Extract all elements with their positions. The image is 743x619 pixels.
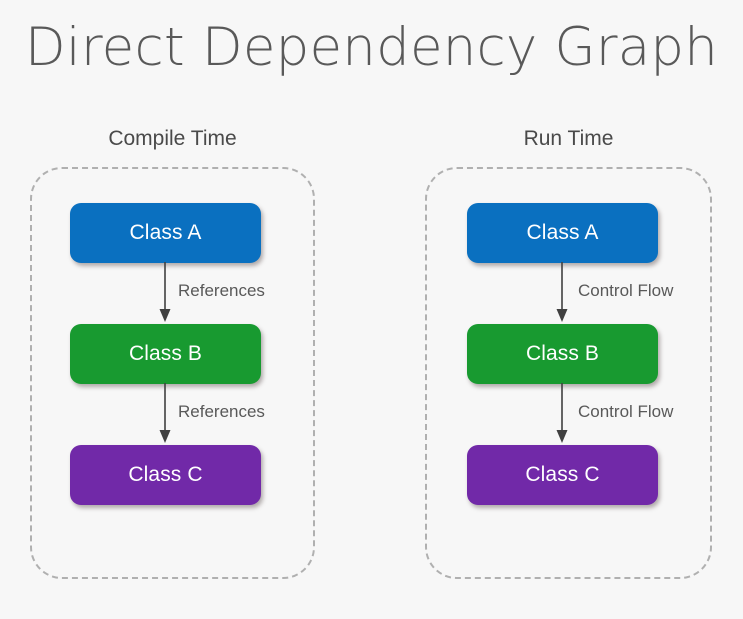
page-title: Direct Dependency Graph bbox=[24, 17, 719, 78]
edge-label-compile-a-to-b: References bbox=[178, 281, 265, 300]
node-compile-class-c[interactable]: Class C bbox=[70, 445, 261, 505]
node-compile-class-b[interactable]: Class B bbox=[70, 324, 261, 384]
edge-label-compile-b-to-c: References bbox=[178, 402, 265, 421]
edge-label-runtime-a-to-b: Control Flow bbox=[578, 281, 674, 300]
panel-label-run-time: Run Time bbox=[523, 127, 614, 150]
arrow-runtime-a-to-b bbox=[556, 262, 568, 322]
node-compile-class-a[interactable]: Class A bbox=[70, 203, 261, 263]
diagram-canvas: Direct Dependency Graph Compile Time Cla… bbox=[0, 0, 743, 619]
node-runtime-class-b[interactable]: Class B bbox=[467, 324, 658, 384]
arrow-runtime-b-to-c bbox=[556, 383, 568, 443]
edge-label-runtime-b-to-c: Control Flow bbox=[578, 402, 674, 421]
node-runtime-class-c[interactable]: Class C bbox=[467, 445, 658, 505]
panel-label-compile-time: Compile Time bbox=[108, 127, 237, 150]
node-runtime-class-a[interactable]: Class A bbox=[467, 203, 658, 263]
